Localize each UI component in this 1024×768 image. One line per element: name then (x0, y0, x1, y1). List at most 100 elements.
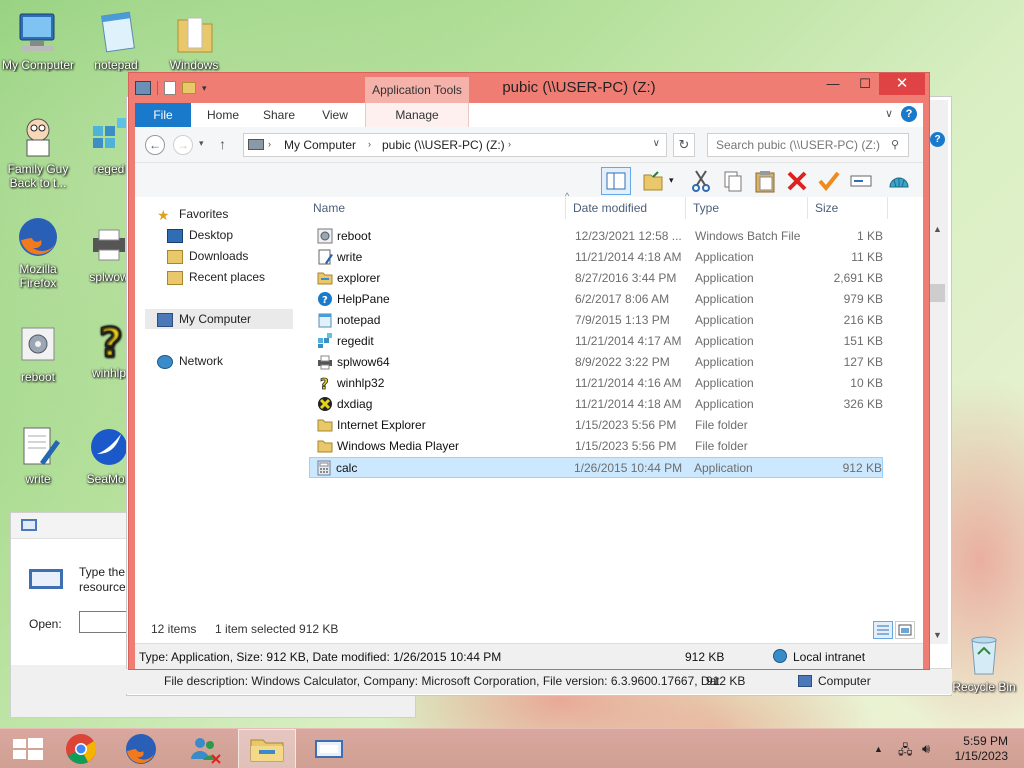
network-tray-icon[interactable]: 🖧 (898, 741, 913, 763)
delete-icon[interactable] (785, 169, 809, 193)
file-row-explorer[interactable]: explorer 8/27/2016 3:44 PM Application 2,69… (311, 268, 885, 289)
tab-view[interactable]: View (311, 103, 359, 127)
folder-icon (317, 417, 333, 433)
desktop-icon-write[interactable]: write (0, 424, 76, 486)
file-type: Application (695, 292, 754, 306)
nav-favorites[interactable]: ★ Favorites (157, 207, 228, 222)
file-row-write[interactable]: write 11/21/2014 4:18 AM Application 11 KB (311, 247, 885, 268)
column-header-date[interactable]: Date modified (573, 201, 647, 215)
qat-dropdown-icon[interactable]: ▾ (202, 83, 207, 94)
search-input[interactable]: Search pubic (\\USER-PC) (Z:) (707, 133, 909, 157)
breadcrumb-separator-icon[interactable]: › (368, 139, 371, 149)
desktop-icon-notepad[interactable]: notepad (78, 10, 154, 72)
file-row-notepad[interactable]: notepad 7/9/2015 1:13 PM Application 216 KB (311, 310, 885, 331)
breadcrumb-separator-icon[interactable]: › (508, 139, 511, 149)
tab-manage[interactable]: Manage (365, 103, 469, 127)
scroll-up-icon[interactable]: ▲ (933, 224, 942, 234)
run-icon (315, 740, 343, 758)
tab-home[interactable]: Home (199, 103, 247, 127)
nav-network[interactable]: Network (157, 354, 223, 369)
file-row-winhlp32[interactable]: ? winhlp32 11/21/2014 4:16 AM Application 10… (311, 373, 885, 394)
file-row-internet-explorer[interactable]: Internet Explorer 1/15/2023 5:56 PM File f… (311, 415, 885, 436)
properties-icon[interactable] (164, 81, 176, 95)
maximize-button[interactable]: ☐ (849, 73, 881, 95)
file-name: dxdiag (337, 397, 373, 411)
nav-downloads[interactable]: Downloads (167, 249, 248, 264)
file-size: 326 KB (843, 397, 883, 411)
desktop-icon-family-guy[interactable]: Family Guy Back to t... (0, 114, 76, 190)
selected-file-size: 912 KB (685, 650, 725, 664)
taskbar-file-explorer[interactable] (238, 729, 296, 768)
taskbar-users[interactable] (176, 729, 234, 768)
help-icon[interactable]: ? (901, 106, 917, 122)
nav-my-computer[interactable]: My Computer (157, 312, 251, 327)
background-window-status: File description: Windows Calculator, Co… (126, 668, 952, 694)
recent-locations-icon[interactable]: ▾ (199, 138, 204, 149)
move-to-dropdown-icon[interactable]: ▾ (669, 175, 674, 186)
column-header-type[interactable]: Type (693, 201, 719, 215)
zone-label: Local intranet (793, 650, 866, 664)
desktop-icon-recycle-bin[interactable]: Recycle Bin (946, 632, 1022, 694)
file-row-windows-media-player[interactable]: Windows Media Player 1/15/2023 5:56 PM Fil… (311, 436, 885, 457)
file-row-reboot[interactable]: reboot 12/23/2021 12:58 ... Windows Batch … (311, 226, 885, 247)
back-button[interactable]: ← (145, 135, 165, 155)
recycle-bin-icon (960, 632, 1008, 678)
file-row-regedit[interactable]: regedit 11/21/2014 4:17 AM Application 151 … (311, 331, 885, 352)
desktop-icon-label: notepad (94, 58, 138, 72)
taskbar-chrome[interactable] (52, 729, 110, 768)
new-folder-icon[interactable] (182, 82, 196, 94)
desktop-icon-windows[interactable]: Windows (156, 10, 232, 72)
search-icon[interactable]: ⚲ (891, 138, 899, 151)
selected-file-details: Type: Application, Size: 912 KB, Date mo… (139, 650, 502, 664)
tab-file[interactable]: File (135, 103, 191, 127)
close-button[interactable]: ✕ (879, 73, 925, 95)
start-button[interactable] (0, 729, 58, 768)
up-arrow-icon[interactable]: ↑ (219, 136, 226, 152)
address-bar[interactable]: › My Computer › pubic (\\USER-PC) (Z:) ›… (243, 133, 667, 157)
breadcrumb-my-computer[interactable]: My Computer (284, 138, 356, 152)
cut-icon[interactable] (689, 169, 713, 193)
file-name: calc (336, 461, 358, 475)
scroll-down-icon[interactable]: ▼ (933, 630, 942, 640)
file-row-calc[interactable]: calc 1/26/2015 10:44 PM Application 912 KB (309, 457, 883, 478)
desktop-icon-reboot[interactable]: reboot (0, 322, 76, 384)
run-dialog-large-icon (29, 569, 63, 589)
copy-icon[interactable] (721, 169, 745, 193)
column-header-size[interactable]: Size (815, 201, 838, 215)
window-icon[interactable] (135, 81, 151, 95)
nav-desktop[interactable]: Desktop (167, 228, 233, 243)
volume-icon[interactable]: 🔊︎ (922, 741, 930, 757)
refresh-icon[interactable]: ↻ (673, 133, 695, 157)
show-hidden-icons[interactable]: ▲ (874, 744, 883, 754)
move-to-icon[interactable] (641, 169, 665, 193)
help-icon[interactable]: ? (930, 132, 945, 147)
breadcrumb-separator-icon[interactable]: › (268, 139, 271, 149)
minimize-button[interactable]: — (817, 73, 849, 95)
scroll-thumb[interactable] (930, 284, 945, 302)
rename-icon[interactable] (849, 169, 873, 193)
shell-icon[interactable] (887, 169, 911, 193)
forward-button[interactable]: → (173, 135, 193, 155)
file-row-helppane[interactable]: ? HelpPane 6/2/2017 8:06 AM Application 979 … (311, 289, 885, 310)
address-dropdown-icon[interactable]: ∨ (653, 138, 660, 149)
breadcrumb-drive[interactable]: pubic (\\USER-PC) (Z:) (382, 138, 505, 152)
clock[interactable]: 5:59 PM 1/15/2023 (955, 734, 1008, 764)
preview-pane-icon[interactable] (601, 167, 631, 195)
paste-icon[interactable] (753, 169, 777, 193)
titlebar[interactable]: ▾ Application Tools pubic (\\USER-PC) (Z… (129, 73, 929, 103)
tab-share[interactable]: Share (255, 103, 303, 127)
location-label: Computer (818, 674, 871, 688)
taskbar-run[interactable] (300, 729, 358, 768)
taskbar-firefox[interactable] (112, 729, 170, 768)
large-icons-view-button[interactable] (895, 621, 915, 639)
desktop-icon-firefox[interactable]: Mozilla Firefox (0, 214, 76, 290)
ribbon-expand-icon[interactable]: ∨ (885, 107, 893, 120)
desktop-icon-my-computer[interactable]: My Computer (0, 10, 76, 72)
background-window-scrollbar[interactable]: ? ▲ ▼ (928, 100, 948, 644)
details-view-button[interactable] (873, 621, 893, 639)
nav-recent-places[interactable]: Recent places (167, 270, 265, 285)
checkmark-icon[interactable] (817, 169, 841, 193)
file-row-splwow64[interactable]: splwow64 8/9/2022 3:22 PM Application 127 K… (311, 352, 885, 373)
file-row-dxdiag[interactable]: dxdiag 11/21/2014 4:18 AM Application 326 K… (311, 394, 885, 415)
column-header-name[interactable]: Name (313, 201, 345, 215)
